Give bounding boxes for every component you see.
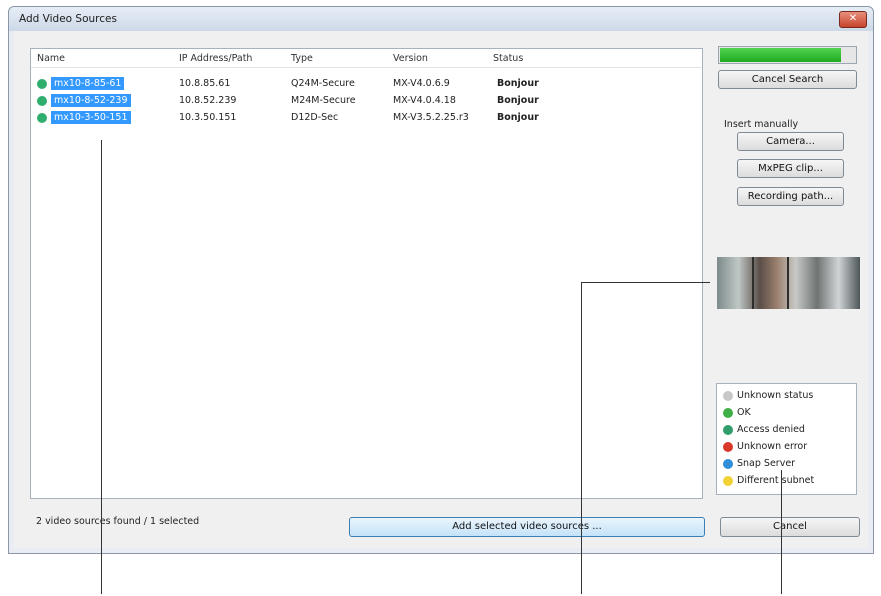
status-dot-icon: [723, 459, 733, 469]
cancel-search-button[interactable]: Cancel Search: [718, 70, 857, 89]
status-dot-icon: [37, 79, 47, 89]
status-dot-icon: [723, 408, 733, 418]
mxpeg-clip-button[interactable]: MxPEG clip...: [737, 159, 844, 178]
column-header-name[interactable]: Name: [37, 53, 65, 64]
status-legend: Unknown status OK Access denied Unknown …: [716, 383, 857, 495]
camera-button[interactable]: Camera...: [737, 132, 844, 151]
insert-manually-label: Insert manually: [724, 119, 799, 130]
device-ip: 10.8.52.239: [179, 95, 237, 106]
column-header-version[interactable]: Version: [393, 53, 428, 64]
device-name[interactable]: mx10-3-50-151: [51, 111, 131, 124]
device-ip: 10.3.50.151: [179, 112, 237, 123]
column-header-type[interactable]: Type: [291, 53, 313, 64]
status-dot-icon: [723, 476, 733, 486]
callout-line: [581, 282, 582, 594]
legend-label: Snap Server: [737, 458, 796, 469]
device-version: MX-V4.0.4.18: [393, 95, 456, 106]
device-status: Bonjour: [497, 78, 539, 89]
device-status: Bonjour: [497, 95, 539, 106]
dialog-title: Add Video Sources: [19, 13, 117, 25]
search-progress-bar: [718, 46, 857, 64]
legend-label: Different subnet: [737, 475, 815, 486]
device-type: Q24M-Secure: [291, 78, 355, 89]
video-sources-list[interactable]: Name IP Address/Path Type Version Status…: [30, 48, 703, 499]
title-bar: Add Video Sources ✕: [9, 7, 873, 31]
status-dot-icon: [37, 113, 47, 123]
device-version: MX-V3.5.2.25.r3: [393, 112, 469, 123]
status-dot-icon: [37, 96, 47, 106]
device-name[interactable]: mx10-8-85-61: [51, 77, 125, 90]
cancel-button[interactable]: Cancel: [720, 517, 860, 537]
callout-line: [781, 470, 782, 594]
device-status: Bonjour: [497, 112, 539, 123]
column-header-status[interactable]: Status: [493, 53, 523, 64]
search-status-text: 2 video sources found / 1 selected: [36, 516, 200, 527]
legend-label: OK: [737, 407, 751, 418]
status-dot-icon: [723, 442, 733, 452]
dialog-client-area: Name IP Address/Path Type Version Status…: [14, 31, 868, 548]
recording-path-button[interactable]: Recording path...: [737, 187, 844, 206]
table-row[interactable]: mx10-3-50-151 10.3.50.151 D12D-Sec MX-V3…: [31, 110, 702, 126]
callout-line: [101, 140, 102, 594]
status-dot-icon: [723, 391, 733, 401]
device-ip: 10.8.85.61: [179, 78, 231, 89]
camera-preview-thumbnails: [717, 257, 860, 309]
column-header-ip[interactable]: IP Address/Path: [179, 53, 252, 64]
device-version: MX-V4.0.6.9: [393, 78, 450, 89]
table-row[interactable]: mx10-8-85-61 10.8.85.61 Q24M-Secure MX-V…: [31, 76, 702, 92]
legend-label: Unknown status: [737, 390, 814, 401]
device-name[interactable]: mx10-8-52-239: [51, 94, 131, 107]
legend-label: Access denied: [737, 424, 805, 435]
device-type: M24M-Secure: [291, 95, 356, 106]
lock-icon: [723, 425, 733, 435]
legend-label: Unknown error: [737, 441, 808, 452]
callout-line: [581, 282, 710, 283]
add-video-sources-dialog: Add Video Sources ✕ Name IP Address/Path…: [8, 6, 874, 554]
table-row[interactable]: mx10-8-52-239 10.8.52.239 M24M-Secure MX…: [31, 93, 702, 109]
close-icon[interactable]: ✕: [839, 11, 867, 28]
device-type: D12D-Sec: [291, 112, 339, 123]
add-selected-video-sources-button[interactable]: Add selected video sources ...: [349, 517, 705, 537]
progress-fill: [720, 48, 841, 62]
list-header: Name IP Address/Path Type Version Status: [31, 49, 702, 68]
